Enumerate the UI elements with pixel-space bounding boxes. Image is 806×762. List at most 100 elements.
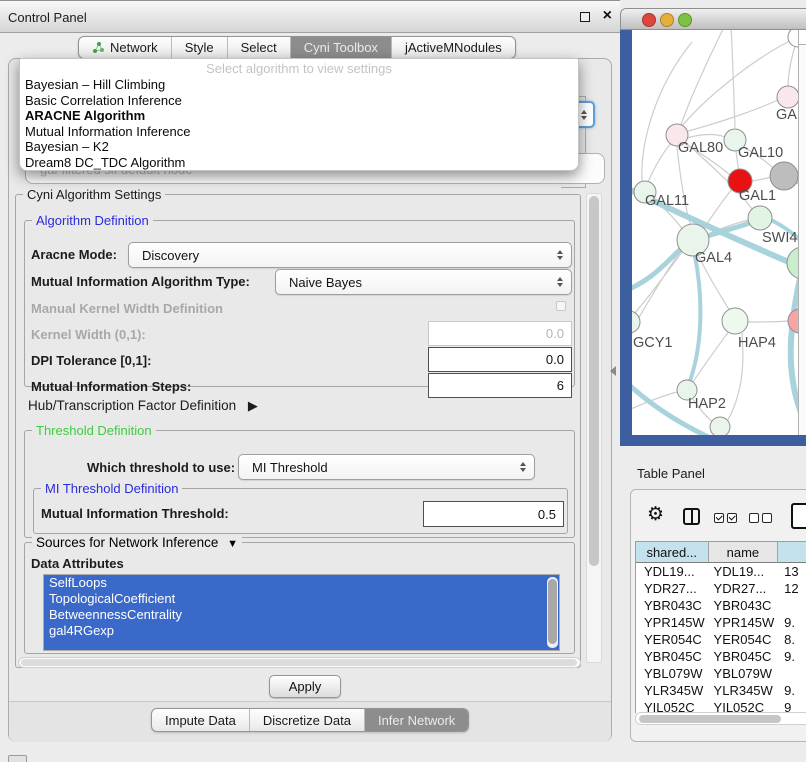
column-header-clipped[interactable] [778, 542, 806, 563]
algorithm-option[interactable]: Basic Correlation Inference [20, 93, 578, 109]
attribute-item-selected[interactable]: gal4RGexp [44, 623, 559, 639]
attribute-item-selected[interactable]: BetweennessCentrality [44, 607, 559, 623]
select-all-columns-icon2[interactable] [727, 513, 737, 523]
mi-steps-field[interactable]: 6 [428, 373, 572, 398]
mi-type-combo[interactable]: Naive Bayes [275, 269, 572, 295]
tab-network[interactable]: Network [79, 37, 171, 58]
hap4-node[interactable] [722, 308, 748, 334]
tab-infer-network[interactable]: Infer Network [364, 709, 468, 731]
cell-shared-name: YDR27... [636, 581, 709, 596]
control-panel-titlebar: Control Panel × [0, 0, 620, 33]
table-row[interactable]: YBR043CYBR043C [636, 597, 806, 614]
algorithm-option[interactable]: Bayesian – K2 [20, 139, 578, 155]
gear-icon[interactable]: ⚙ [647, 503, 664, 526]
close-traffic-light[interactable] [642, 13, 656, 27]
sources-title-row[interactable]: Sources for Network Inference ▼ [32, 535, 242, 550]
network-vertical-scrollbar[interactable] [798, 30, 806, 435]
unselect-all-columns-icon[interactable] [749, 513, 759, 523]
apply-button[interactable]: Apply [269, 675, 341, 698]
cell-value: 12 [778, 581, 806, 596]
table-row[interactable]: YLR345WYLR345W9. [636, 682, 806, 699]
float-window-icon[interactable] [580, 12, 590, 22]
attribute-item-selected[interactable]: SelfLoops [44, 575, 559, 591]
cell-shared-name: YBL079W [636, 666, 709, 681]
table-row[interactable]: YDL19...YDL19...13 [636, 563, 806, 580]
cyni-bottom-tab-strip: Impute Data Discretize Data Infer Networ… [151, 708, 469, 732]
select-all-columns-icon[interactable] [714, 513, 724, 523]
cell-value: 9. [778, 649, 806, 664]
bottom-partial-node[interactable] [710, 417, 730, 435]
unselect-all-columns-icon2[interactable] [762, 513, 772, 523]
right-green-node[interactable] [787, 247, 798, 279]
algorithm-option-selected[interactable]: ARACNE Algorithm [20, 108, 578, 124]
table-row[interactable]: YER054CYER054C8. [636, 631, 806, 648]
mi-steps-label: Mutual Information Steps: [31, 379, 191, 394]
tab-impute-data[interactable]: Impute Data [152, 709, 249, 731]
table-horizontal-scrollbar[interactable] [635, 712, 806, 725]
table-panel: ⚙ shared... name YDL19...YDL19...13 YDR2… [630, 489, 806, 742]
algorithm-definition-title: Algorithm Definition [32, 213, 153, 228]
node-label: GCY1 [633, 335, 673, 351]
manual-kernel-checkbox[interactable] [556, 301, 566, 311]
combo-stepper-icon [520, 462, 526, 472]
cell-name: YPR145W [709, 615, 779, 630]
upper-pink-node[interactable] [777, 86, 798, 108]
which-threshold-value: MI Threshold [252, 460, 328, 475]
dpi-tolerance-field[interactable]: 0.0 [428, 347, 572, 372]
aracne-mode-combo[interactable]: Discovery [128, 242, 572, 268]
split-columns-icon[interactable] [683, 508, 700, 525]
algorithm-option[interactable]: Dream8 DC_TDC Algorithm [20, 155, 578, 171]
which-threshold-combo[interactable]: MI Threshold [238, 454, 535, 480]
page-function-icon[interactable] [791, 503, 806, 529]
collapsed-arrow-icon: ▶ [248, 398, 258, 413]
table-row[interactable]: YBL079WYBL079W [636, 665, 806, 682]
table-horizontal-scrollbar-thumb[interactable] [639, 715, 781, 723]
column-header-name[interactable]: name [709, 542, 779, 563]
network-window-titlebar[interactable] [620, 8, 806, 30]
table-row[interactable]: YIL052CYIL052C9 [636, 699, 806, 713]
attribute-list-scrollbar-thumb[interactable] [548, 579, 557, 644]
settings-scrollbar-thumb[interactable] [589, 196, 599, 566]
mi-threshold-field[interactable]: 0.5 [423, 501, 564, 527]
tab-cyni-toolbox[interactable]: Cyni Toolbox [290, 37, 391, 58]
partial-top-node[interactable] [788, 30, 798, 47]
attribute-item-selected[interactable]: TopologicalCoefficient [44, 591, 559, 607]
column-header-shared-name[interactable]: shared... [636, 542, 709, 563]
settings-horizontal-scrollbar-thumb[interactable] [21, 659, 577, 666]
tab-network-label: Network [110, 40, 158, 55]
table-row[interactable]: YBR045CYBR045C9. [636, 648, 806, 665]
table-header-row: shared... name [636, 542, 806, 563]
settings-scrollbar[interactable] [586, 193, 602, 663]
gal1-node[interactable] [748, 206, 772, 230]
cell-shared-name: YBR045C [636, 649, 709, 664]
kernel-width-field[interactable]: 0.0 [428, 321, 572, 346]
mi-threshold-label: Mutual Information Threshold: [41, 506, 229, 521]
bottom-left-partial-icon[interactable] [8, 755, 27, 762]
algorithm-option[interactable]: Mutual Information Inference [20, 124, 578, 140]
table-row[interactable]: YPR145WYPR145W9. [636, 614, 806, 631]
gcy1-node[interactable] [632, 311, 640, 333]
network-canvas[interactable]: GAL GAL80 GAL10 GAL1 GAL11 SWI4 GAL4 GCY… [632, 30, 798, 435]
zoom-traffic-light[interactable] [678, 13, 692, 27]
data-attributes-list: SelfLoops TopologicalCoefficient Between… [43, 574, 560, 651]
algorithm-option[interactable]: Bayesian – Hill Climbing [20, 77, 578, 93]
table-row[interactable]: YDR27...YDR27...12 [636, 580, 806, 597]
close-icon[interactable]: × [603, 7, 612, 25]
node-label: GAL4 [695, 250, 732, 266]
tab-style[interactable]: Style [171, 37, 227, 58]
gray-node[interactable] [770, 162, 798, 190]
tab-select[interactable]: Select [227, 37, 290, 58]
node-label: HAP2 [688, 396, 726, 412]
sources-title: Sources for Network Inference [36, 535, 218, 550]
attribute-list-scrollbar[interactable] [547, 577, 558, 648]
network-scrollbar-top-box[interactable] [799, 30, 806, 45]
settings-horizontal-scrollbar[interactable] [18, 657, 581, 668]
hub-section-toggle[interactable]: Hub/Transcription Factor Definition ▶ [28, 398, 258, 414]
tab-jactivemnodules[interactable]: jActiveMNodules [391, 37, 515, 58]
minimize-traffic-light[interactable] [660, 13, 674, 27]
tab-discretize-data[interactable]: Discretize Data [249, 709, 364, 731]
mi-threshold-definition-group: MI Threshold Definition Mutual Informati… [33, 488, 568, 534]
panel-divider-collapse-icon[interactable] [610, 366, 616, 376]
cell-name: YDR27... [709, 581, 779, 596]
mi-type-label: Mutual Information Algorithm Type: [31, 274, 250, 289]
